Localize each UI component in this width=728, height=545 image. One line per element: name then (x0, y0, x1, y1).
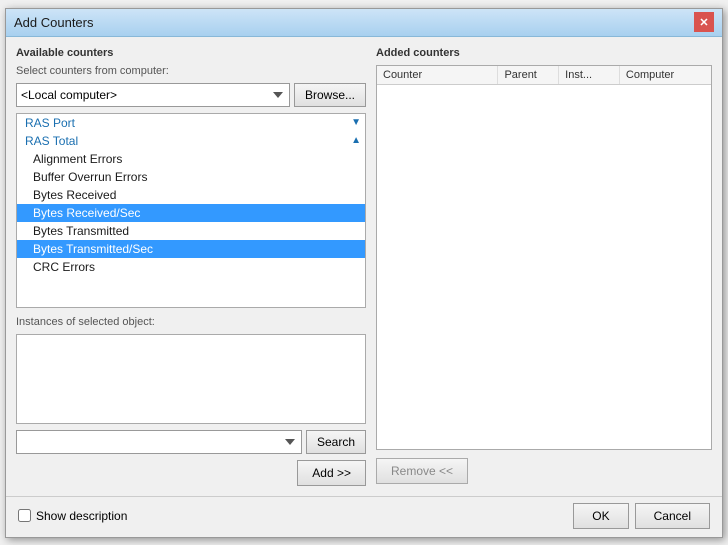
list-item-crc-errors[interactable]: CRC Errors (17, 258, 365, 276)
close-button[interactable]: ✕ (694, 12, 714, 32)
computer-select-row: <Local computer> Browse... (16, 83, 366, 107)
col-parent: Parent (498, 66, 559, 84)
list-item-bytes-transmitted-sec[interactable]: Bytes Transmitted/Sec (17, 240, 365, 258)
show-description-label: Show description (36, 509, 127, 523)
add-button[interactable]: Add >> (297, 460, 366, 486)
left-panel: Available counters Select counters from … (16, 47, 366, 486)
cancel-button[interactable]: Cancel (635, 503, 710, 529)
dialog-body: Available counters Select counters from … (6, 37, 722, 496)
browse-button[interactable]: Browse... (294, 83, 366, 107)
col-inst: Inst... (559, 66, 620, 84)
show-description-row: Show description (18, 509, 127, 523)
footer-buttons: OK Cancel (573, 503, 710, 529)
remove-btn-row: Remove << (376, 456, 712, 486)
counter-group-ras-port[interactable]: RAS Port ▼ (17, 114, 365, 132)
list-item-bytes-received-sec[interactable]: Bytes Received/Sec (17, 204, 365, 222)
counter-group-ras-total[interactable]: RAS Total ▲ (17, 132, 365, 150)
search-dropdown[interactable] (16, 430, 302, 454)
title-bar: Add Counters ✕ (6, 9, 722, 37)
computer-dropdown[interactable]: <Local computer> (16, 83, 290, 107)
list-item[interactable]: Bytes Received (17, 186, 365, 204)
list-item[interactable]: Bytes Transmitted (17, 222, 365, 240)
counters-list[interactable]: RAS Port ▼ RAS Total ▲ Alignment Errors … (16, 113, 366, 308)
dialog-footer: Show description OK Cancel (6, 496, 722, 537)
dialog-title: Add Counters (14, 15, 94, 30)
remove-button[interactable]: Remove << (376, 458, 468, 484)
added-counters-label: Added counters (376, 47, 712, 59)
available-counters-label: Available counters (16, 47, 366, 59)
add-btn-row: Add >> (16, 460, 366, 486)
chevron-down-icon: ▼ (351, 117, 361, 128)
right-panel: Added counters Counter Parent Inst... Co… (376, 47, 712, 486)
search-row: Search (16, 430, 366, 454)
col-computer: Computer (620, 66, 711, 84)
instances-label: Instances of selected object: (16, 316, 366, 328)
ok-button[interactable]: OK (573, 503, 628, 529)
add-counters-dialog: Add Counters ✕ Available counters Select… (5, 8, 723, 538)
col-counter: Counter (377, 66, 498, 84)
show-description-checkbox[interactable] (18, 509, 31, 522)
select-from-label: Select counters from computer: (16, 65, 366, 77)
chevron-up-icon: ▲ (351, 135, 361, 146)
table-header: Counter Parent Inst... Computer (377, 66, 711, 85)
added-counters-table[interactable]: Counter Parent Inst... Computer (376, 65, 712, 450)
list-item[interactable]: Buffer Overrun Errors (17, 168, 365, 186)
list-item[interactable]: Alignment Errors (17, 150, 365, 168)
instances-list[interactable] (16, 334, 366, 424)
search-button[interactable]: Search (306, 430, 366, 454)
